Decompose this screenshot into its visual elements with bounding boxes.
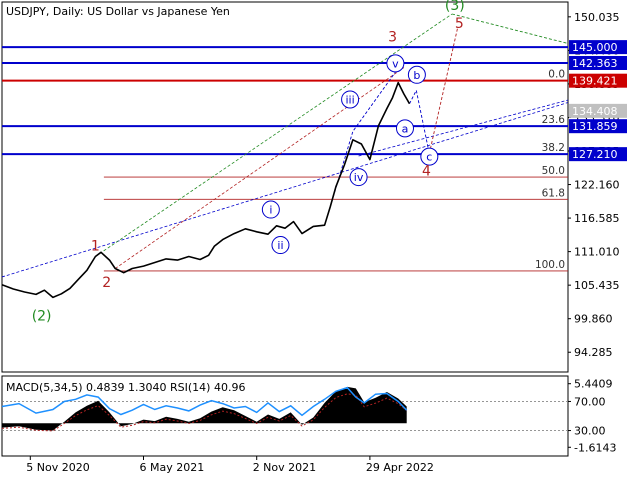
x-tick-label: 29 Apr 2022 bbox=[366, 461, 434, 474]
level-tag-label: 127.210 bbox=[572, 148, 618, 161]
wave-label: 3 bbox=[388, 29, 397, 45]
wave-label: c bbox=[426, 151, 432, 164]
y-tick-label: 111.010 bbox=[574, 246, 620, 259]
y-tick-label: 122.160 bbox=[574, 179, 620, 192]
fib-level-label: 50.0 bbox=[542, 165, 565, 177]
indicator-y-tick-label: 5.4409 bbox=[574, 378, 613, 391]
y-tick-label: 94.285 bbox=[574, 346, 613, 359]
x-axis: 5 Nov 2020 6 May 2021 2 Nov 2021 29 Apr 202… bbox=[26, 456, 434, 474]
fib-level-label: 23.6 bbox=[542, 114, 566, 126]
y-tick-label: 150.035 bbox=[574, 11, 620, 24]
y-tick-label: 116.585 bbox=[574, 212, 620, 225]
wave-label: b bbox=[413, 69, 420, 82]
x-tick-label: 6 May 2021 bbox=[140, 461, 205, 474]
level-tag-label: 139.421 bbox=[572, 75, 618, 88]
wave-label: ii bbox=[277, 239, 283, 252]
x-tick-label: 2 Nov 2021 bbox=[253, 461, 316, 474]
wave-label: iv bbox=[354, 171, 364, 184]
wave-label: 4 bbox=[422, 163, 431, 179]
wave-label: a bbox=[402, 122, 409, 135]
level-tag-label: 145.000 bbox=[572, 41, 618, 54]
trend-line bbox=[358, 99, 569, 157]
indicator-label: MACD(5,34,5) 0.4839 1.3040 RSI(14) 40.96 bbox=[6, 381, 245, 394]
fib-level-label: 100.0 bbox=[535, 259, 565, 271]
wave-label: 2 bbox=[102, 275, 111, 291]
price-chart: 150.035144.460138.885133.310127.735122.1… bbox=[1, 0, 627, 474]
indicator-y-tick-label: 30.00 bbox=[574, 425, 606, 438]
main-panel: 150.035144.460138.885133.310127.735122.1… bbox=[1, 0, 627, 373]
main-frame bbox=[1, 1, 569, 373]
level-tag-label: 142.363 bbox=[572, 57, 618, 70]
level-tag-label: 131.859 bbox=[572, 120, 618, 133]
level-tag-label: 134.408 bbox=[572, 105, 618, 118]
projection-path bbox=[409, 89, 430, 154]
fib-level-label: 0.0 bbox=[548, 69, 565, 81]
indicator-y-tick-label: 70.00 bbox=[574, 395, 606, 408]
x-tick-label: 5 Nov 2020 bbox=[26, 461, 89, 474]
wave-label: i bbox=[269, 204, 272, 217]
chart-title: USDJPY, Daily: US Dollar vs Japanese Yen bbox=[6, 5, 230, 18]
wave-label: iii bbox=[346, 93, 355, 106]
y-tick-label: 105.435 bbox=[574, 279, 620, 292]
wave-label: 1 bbox=[91, 239, 100, 255]
wave-label: 5 bbox=[455, 16, 464, 32]
indicator-y-tick-label: -1.6143 bbox=[574, 441, 616, 454]
price-series bbox=[1, 81, 411, 299]
wave-label: v bbox=[392, 57, 399, 70]
fib-level-label: 61.8 bbox=[542, 187, 565, 199]
trend-line bbox=[114, 67, 405, 269]
trend-line bbox=[95, 13, 453, 257]
y-tick-label: 99.860 bbox=[574, 313, 613, 326]
projection-path bbox=[451, 13, 569, 44]
wave-label: (3) bbox=[445, 0, 465, 14]
projection-path bbox=[329, 67, 399, 207]
fib-level-label: 38.2 bbox=[542, 142, 565, 154]
wave-label: (2) bbox=[32, 308, 52, 324]
